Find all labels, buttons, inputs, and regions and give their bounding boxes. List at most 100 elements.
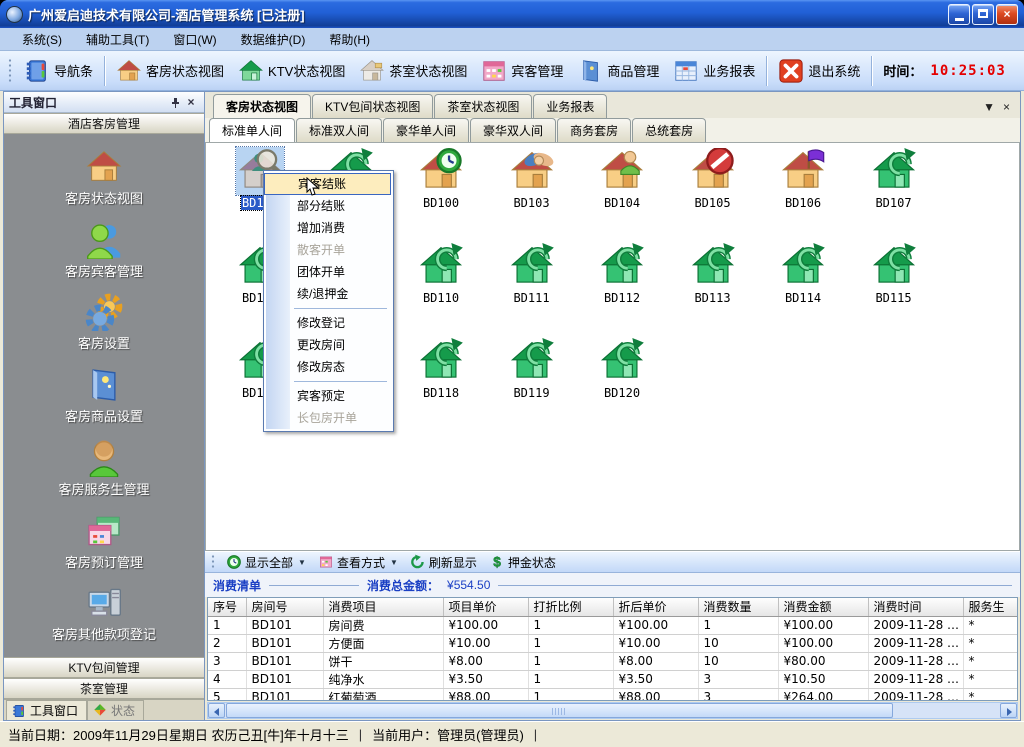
room-type-tab-5[interactable]: 总统套房 [632, 118, 706, 142]
sidebar-group-hotel-rooms[interactable]: 酒店客房管理 [4, 113, 204, 134]
sidebar-group-tea[interactable]: 茶室管理 [4, 678, 204, 699]
room-BD103[interactable]: BD103 [488, 147, 576, 210]
room-BD113[interactable]: BD113 [669, 242, 757, 305]
dropdown-arrow-icon[interactable]: ▼ [298, 558, 306, 567]
refresh-icon [410, 554, 426, 570]
sidebar-items: 客房状态视图客房宾客管理客房设置客房商品设置客房服务生管理客房预订管理客房其他款… [4, 134, 204, 657]
context-menu-item-1[interactable]: 部分结账 [264, 195, 391, 217]
sidebar-bottom-tab-0[interactable]: 工具窗口 [6, 700, 87, 720]
sidebar-item-0[interactable]: 客房状态视图 [65, 148, 143, 207]
room-BD119[interactable]: BD119 [488, 337, 576, 400]
close-button[interactable]: × [996, 4, 1018, 25]
column-header-7: 消费金额 [778, 598, 868, 616]
room-type-tab-0[interactable]: 标准单人间 [209, 118, 295, 142]
dropdown-arrow-icon[interactable]: ▼ [390, 558, 398, 567]
sidebar-group-ktv[interactable]: KTV包间管理 [4, 657, 204, 678]
context-menu-item-8[interactable]: 更改房间 [264, 334, 391, 356]
menu-item-3[interactable]: 数据维护(D) [229, 28, 318, 51]
action-button-3[interactable]: $押金状态 [483, 553, 562, 572]
room-BD106[interactable]: BD106 [759, 147, 847, 210]
sidebar-bottom-tabs: 工具窗口状态 [4, 699, 204, 720]
toolbar-button-1[interactable]: KTV状态视图 [231, 55, 352, 87]
actionbar-grip[interactable] [211, 554, 216, 570]
table-row-3[interactable]: 4BD101纯净水¥3.501¥3.503¥10.502009-11-28 …* [208, 670, 1018, 688]
sidebar-item-2[interactable]: 客房设置 [78, 293, 130, 352]
scrollbar-thumb[interactable] [226, 703, 893, 718]
close-tool-window-icon[interactable]: × [183, 95, 199, 109]
tool-window-header: 工具窗口 × [4, 92, 204, 113]
room-BD104[interactable]: BD104 [578, 147, 666, 210]
context-menu-separator [294, 381, 387, 382]
title-bar: 广州爱启迪技术有限公司-酒店管理系统 [已注册] × [0, 0, 1024, 28]
handshake-house-icon [508, 147, 556, 195]
sidebar-item-5[interactable]: 客房预订管理 [65, 512, 143, 571]
sidebar-item-4[interactable]: 客房服务生管理 [58, 439, 149, 498]
status-user: 当前用户：管理员(管理员) [372, 725, 524, 744]
tool-window-title: 工具窗口 [9, 94, 57, 111]
toolbar-grip[interactable] [8, 58, 13, 84]
action-button-1[interactable]: 查看方式▼ [312, 553, 404, 572]
tab-strip-dropdown-icon[interactable]: ▼ [983, 100, 995, 114]
scroll-left-arrow-icon[interactable] [208, 703, 225, 718]
toolbar-button-4[interactable]: 商品管理 [570, 55, 666, 87]
table-row-2[interactable]: 3BD101饼干¥8.001¥8.0010¥80.002009-11-28 …* [208, 652, 1018, 670]
room-type-tab-4[interactable]: 商务套房 [557, 118, 631, 142]
room-BD111[interactable]: BD111 [488, 242, 576, 305]
menu-item-4[interactable]: 帮助(H) [317, 28, 382, 51]
view-tab-2[interactable]: 茶室状态视图 [434, 94, 532, 118]
room-type-tab-3[interactable]: 豪华双人间 [470, 118, 556, 142]
room-BD110[interactable]: BD110 [397, 242, 485, 305]
horizontal-scrollbar[interactable] [207, 702, 1018, 719]
context-menu-item-9[interactable]: 修改房态 [264, 356, 391, 378]
sidebar-item-1[interactable]: 客房宾客管理 [65, 221, 143, 280]
maximize-button[interactable] [972, 4, 994, 25]
menu-item-2[interactable]: 窗口(W) [161, 28, 228, 51]
toolbar-button-2[interactable]: 茶室状态视图 [352, 55, 474, 87]
room-type-tab-1[interactable]: 标准双人间 [296, 118, 382, 142]
table-row-0[interactable]: 1BD101房间费¥100.001¥100.001¥100.002009-11-… [208, 616, 1018, 634]
table-row-4[interactable]: 5BD101红葡萄酒¥88.001¥88.003¥264.002009-11-2… [208, 688, 1018, 701]
scroll-right-arrow-icon[interactable] [1000, 703, 1017, 718]
main-area: 客房状态视图KTV包间状态视图茶室状态视图业务报表▼× 标准单人间标准双人间豪华… [205, 91, 1021, 721]
view-tab-strip: 客房状态视图KTV包间状态视图茶室状态视图业务报表 ▼ × [205, 92, 1020, 118]
house-icon [85, 148, 123, 186]
context-menu-item-5[interactable]: 续/退押金 [264, 283, 391, 305]
sidebar-bottom-tab-1[interactable]: 状态 [87, 700, 144, 720]
room-BD107[interactable]: BD107 [850, 147, 938, 210]
sidebar-item-3[interactable]: 客房商品设置 [65, 366, 143, 425]
context-menu-item-11[interactable]: 宾客预定 [264, 385, 391, 407]
room-type-tab-2[interactable]: 豪华单人间 [383, 118, 469, 142]
view-tab-3[interactable]: 业务报表 [533, 94, 607, 118]
app-window: 广州爱启迪技术有限公司-酒店管理系统 [已注册] × 系统(S)辅助工具(T)窗… [0, 0, 1024, 747]
menu-item-1[interactable]: 辅助工具(T) [74, 28, 161, 51]
room-BD118[interactable]: BD118 [397, 337, 485, 400]
toolbar-button-0[interactable]: "false"> 客房状态视图 [109, 55, 231, 87]
table-row-1[interactable]: 2BD101方便面¥10.001¥10.0010¥100.002009-11-2… [208, 634, 1018, 652]
view-tab-1[interactable]: KTV包间状态视图 [312, 94, 433, 118]
toolbar-button-3[interactable]: 宾客管理 [474, 55, 570, 87]
action-button-2[interactable]: 刷新显示 [404, 553, 483, 572]
view-tab-0[interactable]: 客房状态视图 [213, 94, 311, 118]
room-BD105[interactable]: BD105 [669, 147, 757, 210]
context-menu-item-4[interactable]: 团体开单 [264, 261, 391, 283]
tab-strip-close-icon[interactable]: × [1003, 100, 1010, 114]
action-button-0[interactable]: 显示全部▼ [220, 553, 312, 572]
room-BD100[interactable]: BD100 [397, 147, 485, 210]
toolbar-navigator-button[interactable]: 导航条 [17, 55, 100, 87]
room-BD115[interactable]: BD115 [850, 242, 938, 305]
context-menu-item-2[interactable]: 增加消费 [264, 217, 391, 239]
room-BD120[interactable]: BD120 [578, 337, 666, 400]
room-BD114[interactable]: BD114 [759, 242, 847, 305]
scrollbar-track[interactable] [225, 703, 1000, 718]
minimize-button[interactable] [948, 4, 970, 25]
sidebar-item-6[interactable]: 客房其他款项登记 [52, 584, 156, 643]
pin-icon[interactable] [167, 95, 183, 109]
toolbar-exit-button[interactable]: 退出系统 [771, 55, 867, 87]
context-menu-item-0[interactable]: 宾客结账 [264, 173, 391, 195]
menu-item-0[interactable]: 系统(S) [10, 28, 74, 51]
toolbar-button-5[interactable]: 业务报表 [666, 55, 762, 87]
context-menu-item-7[interactable]: 修改登记 [264, 312, 391, 334]
room-BD112[interactable]: BD112 [578, 242, 666, 305]
room-type-tab-strip: 标准单人间标准双人间豪华单人间豪华双人间商务套房总统套房 [205, 118, 1020, 143]
report-calendar-icon [673, 58, 699, 84]
